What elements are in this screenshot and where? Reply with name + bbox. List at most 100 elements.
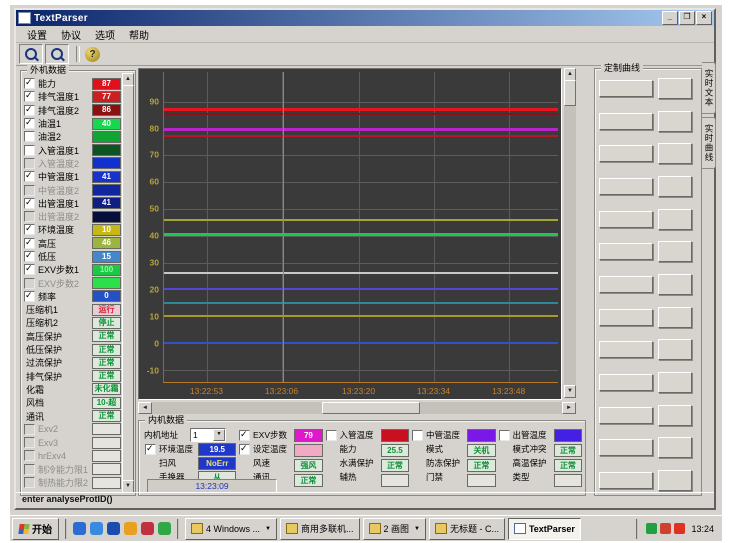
menu-item[interactable]: 设置 (20, 26, 54, 43)
curve-name-box[interactable] (599, 145, 653, 162)
scroll-right-icon[interactable]: ► (562, 402, 576, 414)
tray-icon[interactable] (646, 523, 657, 534)
minimize-button[interactable]: _ (662, 11, 678, 25)
checkbox[interactable] (239, 430, 250, 441)
checkbox[interactable] (24, 91, 35, 102)
task-button[interactable]: 2 画图 ▼ (363, 518, 426, 540)
curve-value-box[interactable] (658, 372, 692, 393)
checkbox[interactable] (24, 424, 35, 435)
curve-name-box[interactable] (599, 243, 653, 260)
checkbox[interactable] (24, 264, 35, 275)
checkbox[interactable] (412, 430, 423, 441)
quick-launch-icon[interactable] (107, 522, 120, 535)
indoor-label: 高温保护 (513, 457, 547, 469)
menu-item[interactable]: 帮助 (122, 26, 156, 43)
curve-name-box[interactable] (599, 439, 653, 456)
scrollbar-thumb[interactable] (122, 85, 134, 481)
checkbox[interactable] (24, 131, 35, 142)
menu-item[interactable]: 协议 (54, 26, 88, 43)
checkbox[interactable] (326, 430, 337, 441)
quick-launch-icon[interactable] (90, 522, 103, 535)
curve-name-box[interactable] (599, 178, 653, 195)
curve-value-box[interactable] (658, 470, 692, 491)
curve-value-box[interactable] (658, 405, 692, 426)
checkbox[interactable] (24, 477, 35, 488)
checkbox[interactable] (24, 105, 35, 116)
scrollbar-thumb[interactable] (322, 402, 420, 414)
zoom-out-button[interactable] (45, 44, 69, 64)
checkbox[interactable] (24, 291, 35, 302)
quick-launch-icon[interactable] (124, 522, 137, 535)
maximize-button[interactable]: ❐ (679, 11, 695, 25)
close-button[interactable]: × (696, 11, 712, 25)
curve-value-box[interactable] (658, 78, 692, 99)
checkbox[interactable] (24, 464, 35, 475)
checkbox[interactable] (24, 118, 35, 129)
quick-launch-icon[interactable] (73, 522, 86, 535)
indoor-row: 防冻保护 (411, 457, 465, 469)
time-cursor[interactable] (283, 72, 284, 382)
curve-name-box[interactable] (599, 341, 653, 358)
checkbox[interactable] (24, 278, 35, 289)
curve-value-box[interactable] (658, 209, 692, 230)
left-panel-scrollbar[interactable]: ▲ ▼ (122, 73, 134, 493)
scroll-left-icon[interactable]: ◄ (138, 402, 152, 414)
task-button[interactable]: TextParser ▼ (508, 518, 581, 540)
tray-icon[interactable] (674, 523, 685, 534)
curve-name-box[interactable] (599, 113, 653, 130)
checkbox[interactable] (499, 430, 510, 441)
curve-value-box[interactable] (658, 274, 692, 295)
title-bar[interactable]: TextParser _ ❐ × (16, 10, 714, 26)
sensor-label: 制热能力限2 (38, 476, 92, 489)
zoom-in-button[interactable] (19, 44, 43, 64)
curve-value-box[interactable] (658, 143, 692, 164)
scrollbar-thumb[interactable] (564, 80, 576, 106)
curve-value-box[interactable] (658, 241, 692, 262)
quick-launch-icon[interactable] (141, 522, 154, 535)
curve-name-box[interactable] (599, 407, 653, 424)
task-button[interactable]: 无标题 - C... ▼ (429, 518, 505, 540)
curve-name-box[interactable] (599, 309, 653, 326)
checkbox[interactable] (24, 437, 35, 448)
checkbox[interactable] (24, 145, 35, 156)
plot-area[interactable] (163, 72, 558, 383)
task-button[interactable]: 商用多联机... ▼ (280, 518, 360, 540)
checkbox[interactable] (24, 158, 35, 169)
chart-vertical-scrollbar[interactable]: ▲ ▼ (564, 68, 576, 398)
sensor-label: 环境温度 (38, 223, 92, 236)
curve-value-box[interactable] (658, 437, 692, 458)
address-select[interactable]: 1 ▼ (190, 428, 226, 442)
checkbox[interactable] (239, 444, 250, 455)
checkbox[interactable] (24, 185, 35, 196)
checkbox[interactable] (145, 444, 156, 455)
checkbox[interactable] (24, 238, 35, 249)
curve-value-box[interactable] (658, 307, 692, 328)
side-tab[interactable]: 实时曲线 (702, 117, 716, 169)
chart-horizontal-scrollbar[interactable]: ◄ ► (138, 402, 576, 414)
task-button[interactable]: 4 Windows ... ▼ (185, 518, 277, 540)
checkbox[interactable] (24, 450, 35, 461)
y-tick-label: 50 (150, 204, 159, 214)
curve-name-box[interactable] (599, 211, 653, 228)
checkbox[interactable] (24, 251, 35, 262)
curve-name-box[interactable] (599, 472, 653, 489)
checkbox[interactable] (24, 78, 35, 89)
curve-name-box[interactable] (599, 276, 653, 293)
curve-value-box[interactable] (658, 339, 692, 360)
help-icon[interactable]: ? (85, 47, 100, 62)
checkbox[interactable] (24, 224, 35, 235)
curve-name-box[interactable] (599, 80, 653, 97)
curve-value-box[interactable] (658, 111, 692, 132)
checkbox[interactable] (24, 198, 35, 209)
checkbox[interactable] (24, 211, 35, 222)
checkbox[interactable] (24, 171, 35, 182)
chevron-down-icon[interactable]: ▼ (213, 429, 225, 441)
menu-item[interactable]: 选项 (88, 26, 122, 43)
tray-icon[interactable] (660, 523, 671, 534)
start-button[interactable]: 开始 (12, 518, 59, 540)
curve-value-box[interactable] (658, 176, 692, 197)
side-tab[interactable]: 实时文本 (702, 62, 716, 114)
curve-name-box[interactable] (599, 374, 653, 391)
quick-launch-icon[interactable] (158, 522, 171, 535)
scroll-down-icon[interactable]: ▼ (564, 385, 576, 398)
